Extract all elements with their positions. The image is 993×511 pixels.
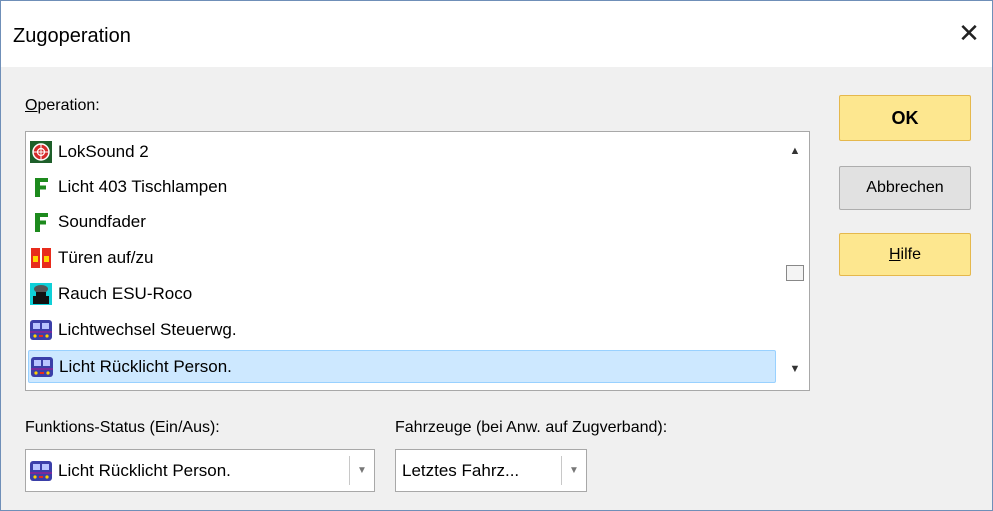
list-item[interactable]: LokSound 2 xyxy=(28,135,776,168)
list-item[interactable]: Soundfader xyxy=(28,205,776,238)
doors-icon xyxy=(30,247,52,269)
list-item-label: Lichtwechsel Steuerwg. xyxy=(58,319,237,339)
list-item-selected[interactable]: Licht Rücklicht Person. xyxy=(28,350,776,383)
ok-button[interactable]: OK xyxy=(839,95,971,141)
chevron-down-icon[interactable]: ▼ xyxy=(561,456,586,485)
function-status-value: Licht Rücklicht Person. xyxy=(58,460,231,480)
function-status-select[interactable]: Licht Rücklicht Person. ▼ xyxy=(25,449,375,492)
list-item[interactable]: Türen auf/zu xyxy=(28,241,776,274)
vehicles-label: Fahrzeuge (bei Anw. auf Zugverband): xyxy=(395,419,668,436)
help-button-accel: H xyxy=(888,245,901,263)
railcar-icon xyxy=(31,356,53,378)
list-item-label: Licht Rücklicht Person. xyxy=(59,356,232,376)
function-status-label: Funktions-Status (Ein/Aus): xyxy=(25,419,220,436)
scroll-down-icon[interactable]: ▼ xyxy=(781,358,809,380)
operation-list[interactable]: LokSound 2 Licht 403 Tischlampen Soundfa… xyxy=(25,131,810,391)
vehicles-select[interactable]: Letztes Fahrz... ▼ xyxy=(395,449,587,492)
list-item[interactable]: Lichtwechsel Steuerwg. xyxy=(28,313,776,346)
operation-label-text: peration: xyxy=(37,97,100,114)
loksound-icon xyxy=(30,141,52,163)
vertical-scrollbar[interactable]: ▲ ▼ xyxy=(781,132,809,390)
title-bar: Zugoperation ✕ xyxy=(1,1,992,67)
help-button-text: ilfe xyxy=(900,245,921,263)
vehicles-value: Letztes Fahrz... xyxy=(402,460,520,480)
list-item-label: Licht 403 Tischlampen xyxy=(58,176,228,196)
list-item-label: Soundfader xyxy=(58,211,146,231)
function-f-icon xyxy=(30,211,52,233)
list-item-label: LokSound 2 xyxy=(58,141,149,161)
help-button[interactable]: Hilfe xyxy=(839,233,971,276)
railcar-icon xyxy=(30,319,52,341)
list-item[interactable]: Rauch ESU-Roco xyxy=(28,277,776,310)
dialog-window: Zugoperation ✕ Operation: LokSound 2 Lic… xyxy=(0,0,993,511)
scroll-thumb[interactable] xyxy=(786,265,804,281)
scroll-up-icon[interactable]: ▲ xyxy=(781,140,809,162)
close-icon[interactable]: ✕ xyxy=(946,13,992,53)
operation-label-accel: O xyxy=(25,97,38,114)
chevron-down-icon[interactable]: ▼ xyxy=(349,456,374,485)
operation-label: Operation: xyxy=(25,97,100,115)
list-item-label: Rauch ESU-Roco xyxy=(58,283,193,303)
cancel-button[interactable]: Abbrechen xyxy=(839,166,971,210)
list-item-label: Türen auf/zu xyxy=(58,247,154,267)
dialog-title: Zugoperation xyxy=(13,25,131,47)
railcar-icon xyxy=(30,460,52,482)
smoke-icon xyxy=(30,283,52,305)
list-item[interactable]: Licht 403 Tischlampen xyxy=(28,170,776,203)
function-f-icon xyxy=(30,176,52,198)
